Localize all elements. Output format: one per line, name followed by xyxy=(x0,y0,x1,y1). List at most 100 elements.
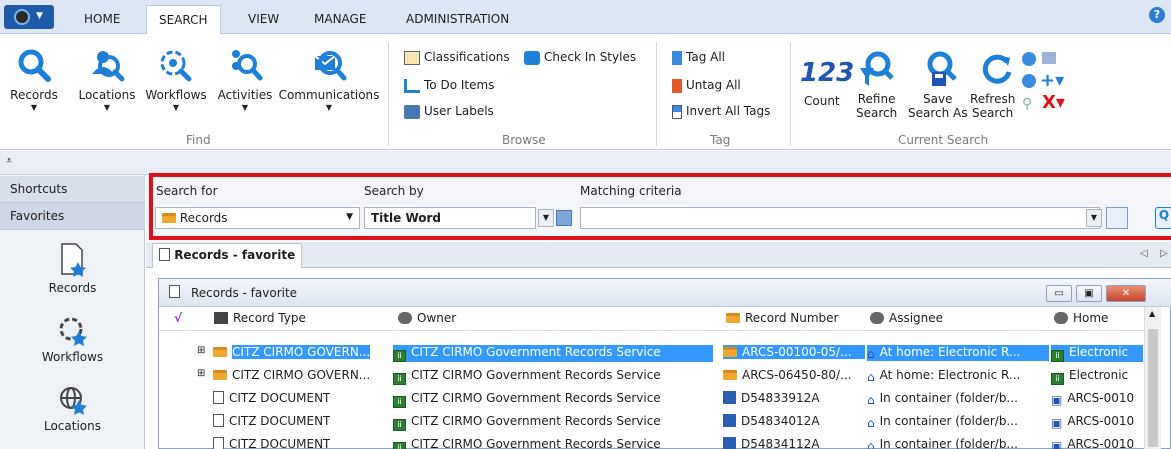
home-value: ARCS-0010 xyxy=(1067,414,1135,428)
history-icon[interactable] xyxy=(1042,52,1056,64)
location-search-icon xyxy=(92,51,125,82)
table-row[interactable]: CITZ DOCUMENT ii CITZ CIRMO Government Re… xyxy=(159,410,1144,433)
tag-all-button[interactable]: Tag All xyxy=(672,50,725,65)
user-labels-button[interactable]: User Labels xyxy=(404,104,494,119)
clear-search-icon[interactable]: X▾ xyxy=(1042,92,1065,113)
untag-all-button[interactable]: Untag All xyxy=(672,78,741,93)
record-type-cell: CITZ DOCUMENT xyxy=(213,391,330,405)
workflows-button[interactable]: Workflows ▼ xyxy=(140,48,212,112)
magnifier-small-icon[interactable]: ⚲ xyxy=(1022,96,1032,112)
add-icon[interactable]: +▾ xyxy=(1040,70,1064,91)
tab-search[interactable]: SEARCH xyxy=(146,5,221,35)
activities-button-label: Activities xyxy=(217,88,273,102)
people-icon: ii xyxy=(1051,350,1064,362)
locations-button[interactable]: Locations ▼ xyxy=(76,48,138,112)
tab-manage[interactable]: MANAGE xyxy=(314,12,366,26)
owner-icon xyxy=(398,312,412,324)
nav-workflows-label: Workflows xyxy=(41,350,104,364)
record-number-header-label: Record Number xyxy=(745,311,839,325)
container-icon: ▣ xyxy=(1051,416,1063,430)
close-button[interactable]: ✕ xyxy=(1106,285,1146,302)
home-column-header[interactable]: Home xyxy=(1054,311,1108,325)
save-search-as-button[interactable] xyxy=(922,50,958,93)
nav-item-workflows[interactable]: Workflows xyxy=(0,315,145,364)
untag-all-label: Untag All xyxy=(686,78,741,92)
customize-toolbar-icon[interactable]: ⩡ xyxy=(6,154,12,168)
scroll-tabs-right-icon[interactable]: ▷ xyxy=(1160,248,1168,259)
invert-tags-icon xyxy=(672,104,682,119)
table-row[interactable]: CITZ DOCUMENT ii CITZ CIRMO Government Re… xyxy=(159,433,1144,449)
user-labels-icon xyxy=(404,104,420,119)
tab-view[interactable]: VIEW xyxy=(248,12,279,26)
table-row[interactable]: ⊞ CITZ CIRMO GOVERN... ii CITZ CIRMO Gove… xyxy=(159,341,1144,364)
record-number-cell: ARCS-06450-80/... xyxy=(723,368,865,382)
location-icon: ⌂ xyxy=(867,439,875,449)
maximize-button[interactable]: ▣ xyxy=(1076,285,1102,302)
save-label-line2: Search As xyxy=(908,106,968,120)
locations-button-label: Locations xyxy=(78,88,136,102)
workflows-button-label: Workflows xyxy=(145,88,207,102)
record-type-cell: CITZ CIRMO GOVERN... xyxy=(213,345,371,359)
forward-icon[interactable] xyxy=(1022,74,1036,88)
workflow-search-icon xyxy=(160,50,192,82)
invert-all-tags-button[interactable]: Invert All Tags xyxy=(672,104,770,119)
minimize-button[interactable]: ▭ xyxy=(1046,285,1072,302)
invert-all-tags-label: Invert All Tags xyxy=(686,104,771,118)
back-icon[interactable] xyxy=(1022,52,1036,66)
expand-icon[interactable]: ⊞ xyxy=(197,345,205,356)
check-in-styles-button[interactable]: Check In Styles xyxy=(524,50,636,65)
search-highlight-box xyxy=(149,173,1171,240)
app-menu-button[interactable]: ▼ xyxy=(4,5,54,29)
shortcuts-header[interactable]: Shortcuts xyxy=(0,176,145,203)
classifications-icon xyxy=(404,50,420,65)
records-button[interactable]: Records ▼ xyxy=(6,48,62,112)
people-icon: ii xyxy=(393,350,406,362)
favorites-header[interactable]: Favorites xyxy=(0,203,145,230)
record-type-column-header[interactable]: Record Type xyxy=(214,311,306,325)
nav-locations-label: Locations xyxy=(43,419,101,433)
activities-button[interactable]: Activities ▼ xyxy=(212,48,278,112)
to-do-items-button[interactable]: To Do Items xyxy=(404,78,494,93)
owner-column-header[interactable]: Owner xyxy=(398,311,456,325)
scrollbar-thumb[interactable] xyxy=(1148,329,1158,447)
scroll-up-icon[interactable]: ▲ xyxy=(1149,309,1155,318)
vertical-scrollbar[interactable]: ▲ xyxy=(1144,307,1161,449)
column-header-row xyxy=(159,307,1144,331)
location-icon: ⌂ xyxy=(867,393,875,407)
assignee-value: At home: Electronic R... xyxy=(879,345,1021,359)
assignee-column-header[interactable]: Assignee xyxy=(870,311,943,325)
refine-label-line1: Refine xyxy=(857,92,896,106)
location-icon: ⌂ xyxy=(867,370,875,384)
assignee-value: In container (folder/b... xyxy=(879,437,1018,449)
record-number-column-header[interactable]: Record Number xyxy=(726,311,838,325)
refine-search-button[interactable] xyxy=(858,50,894,93)
group-divider xyxy=(656,42,657,146)
nav-item-records[interactable]: Records xyxy=(0,242,145,295)
scroll-tabs-left-icon[interactable]: ◁ xyxy=(1140,248,1148,259)
nav-item-locations[interactable]: Locations xyxy=(0,384,145,433)
tab-administration[interactable]: ADMINISTRATION xyxy=(406,12,509,26)
home-cell: ▣ ARCS-0010 xyxy=(1051,414,1143,430)
help-icon[interactable]: ? xyxy=(1149,7,1165,23)
count-button[interactable]: Count xyxy=(804,94,840,108)
communications-button[interactable]: Communications ▼ xyxy=(276,48,382,112)
window-title: Records - favorite xyxy=(191,286,298,300)
record-type-value: CITZ DOCUMENT xyxy=(229,437,331,449)
home-cell: ii Electronic xyxy=(1051,368,1143,385)
table-row[interactable]: ⊞ CITZ CIRMO GOVERN... ii CITZ CIRMO Gove… xyxy=(159,364,1144,387)
tab-records-favorite[interactable]: Records - favorite xyxy=(152,243,303,268)
classifications-button[interactable]: Classifications xyxy=(404,50,510,65)
table-row[interactable]: CITZ DOCUMENT ii CITZ CIRMO Government Re… xyxy=(159,387,1144,410)
home-icon xyxy=(1054,312,1068,324)
user-labels-label: User Labels xyxy=(424,104,494,118)
expand-icon[interactable]: ⊞ xyxy=(197,368,205,379)
tab-home[interactable]: HOME xyxy=(84,12,120,26)
check-column-header[interactable]: √ xyxy=(174,311,182,325)
home-cell: ii Electronic xyxy=(1051,345,1143,362)
favorite-document-icon xyxy=(169,285,180,298)
check-in-styles-label: Check In Styles xyxy=(544,50,637,64)
refresh-label-line1: Refresh xyxy=(970,92,1016,106)
home-value: ARCS-0010 xyxy=(1067,437,1135,449)
refresh-search-button[interactable] xyxy=(980,52,1014,89)
document-icon xyxy=(213,391,224,404)
